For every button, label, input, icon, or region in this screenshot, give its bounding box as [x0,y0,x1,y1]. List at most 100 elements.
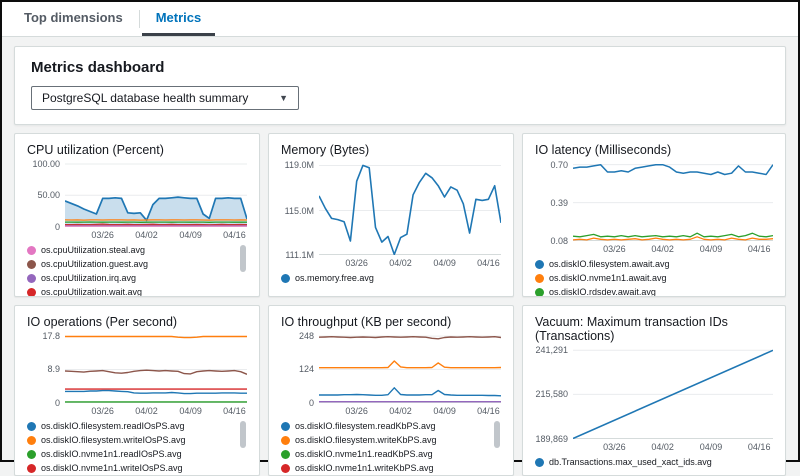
legend-color-dot-icon [281,274,290,283]
chart-plot-area[interactable]: 2481240 03/2604/0204/0904/16 [281,333,501,417]
series-line [65,391,247,394]
legend-color-dot-icon [535,458,544,467]
legend-label: os.cpuUtilization.wait.avg [41,287,142,296]
legend-color-dot-icon [535,260,544,269]
tab-metrics[interactable]: Metrics [142,2,216,36]
series-line [573,233,773,237]
legend-scrollbar[interactable] [240,421,246,448]
y-axis-tick-label: 50.00 [37,190,60,200]
metric-dashboard-select-value: PostgreSQL database health summary [42,91,248,105]
legend-item: os.memory.free.avg [281,271,374,285]
legend-color-dot-icon [27,436,36,445]
x-axis-tick-label: 04/16 [223,406,246,416]
legend-item: os.diskIO.nvme1n1.writeKbPS.avg [281,461,434,475]
legend-label: os.diskIO.rdsdev.await.avg [549,287,656,296]
chart-legend: os.diskIO.filesystem.readKbPS.avg os.disk… [281,419,501,475]
legend-color-dot-icon [281,436,290,445]
legend-label: os.diskIO.nvme1n1.writeIOsPS.avg [41,463,183,473]
x-axis-tick-label: 04/02 [135,230,158,240]
series-line [65,224,247,225]
legend-scrollbar[interactable] [240,245,246,272]
legend-color-dot-icon [27,464,36,473]
x-axis-labels: 03/26 04/02 04/09 04/16 [319,255,501,269]
chart-title: IO throughput (KB per second) [281,315,501,329]
y-axis-tick-label: 189,869 [535,434,568,444]
legend-item: os.cpuUtilization.wait.avg [27,285,142,296]
x-axis-tick-label: 04/09 [700,442,723,452]
chart-svg[interactable] [319,161,501,255]
series-line [65,370,247,374]
x-axis-tick-label: 04/02 [651,442,674,452]
y-axis-tick-label: 115.0M [285,206,314,216]
chart-card-io-latency: IO latency (Milliseconds) 0.700.390.08 0… [522,133,786,297]
legend-label: os.diskIO.filesystem.writeIOsPS.avg [41,435,186,445]
tab-top-dimensions-label: Top dimensions [24,10,123,25]
x-axis-tick-label: 03/26 [345,258,368,268]
x-axis-tick-label: 04/09 [433,258,456,268]
chart-legend: os.diskIO.filesystem.readIOsPS.avgos.dis… [27,419,247,475]
legend-label: os.cpuUtilization.steal.avg [41,245,145,255]
legend-color-dot-icon [281,464,290,473]
chart-plot-area[interactable]: 0.700.390.08 03/2604/0204/0904/16 [535,161,773,255]
legend-item: os.cpuUtilization.guest.avg [27,257,148,271]
series-line [65,337,247,338]
chart-title: Memory (Bytes) [281,143,501,157]
chart-card-cpu-utilization: CPU utilization (Percent) 100.0050.000 0… [14,133,260,297]
chart-plot-area[interactable]: 100.0050.000 03/2604/0204/0904/16 [27,161,247,241]
x-axis-tick-label: 04/16 [748,442,771,452]
chart-plot-area[interactable]: 241,291215,580189,869 03/2604/0204/0904/… [535,347,773,453]
tab-bar: Top dimensions Metrics [2,2,798,37]
metrics-dashboard-panel: Metrics dashboard PostgreSQL database he… [14,46,786,125]
y-axis-labels: 17.88.90 [27,333,65,417]
chart-svg[interactable] [319,333,501,403]
legend-color-dot-icon [281,450,290,459]
chart-card-memory: Memory (Bytes) 119.0M115.0M111.1M 03/260… [268,133,514,297]
series-line [319,388,501,396]
y-axis-tick-label: 215,580 [535,389,568,399]
y-axis-tick-label: 0 [55,222,60,232]
tab-top-dimensions[interactable]: Top dimensions [10,2,137,36]
legend-item: os.diskIO.nvme1n1.writeIOsPS.avg [27,461,183,475]
legend-label: os.diskIO.filesystem.readKbPS.avg [295,421,436,431]
x-axis-tick-label: 04/09 [700,244,723,254]
series-line [573,165,773,175]
legend-color-dot-icon [27,422,36,431]
legend-item: db.Transactions.max_used_xact_ids.avg [535,455,712,469]
dashboard-heading: Metrics dashboard [31,59,769,76]
chart-grid: CPU utilization (Percent) 100.0050.000 0… [14,133,786,476]
chart-svg[interactable] [65,333,247,403]
metric-dashboard-select[interactable]: PostgreSQL database health summary ▼ [31,86,299,110]
series-line [319,361,501,368]
x-axis-labels: 03/2604/0204/0904/16 [319,403,501,417]
y-axis-labels: 2481240 [281,333,319,417]
x-axis-labels: 03/2604/0204/0904/16 [573,241,773,255]
chart-title: Vacuum: Maximum transaction IDs (Transac… [535,315,773,343]
tab-divider [139,10,140,28]
x-axis-tick-label: 04/16 [223,230,246,240]
legend-color-dot-icon [535,274,544,283]
legend-color-dot-icon [27,246,36,255]
legend-label: os.cpuUtilization.irq.avg [41,273,136,283]
chart-plot-area[interactable]: 17.88.90 03/2604/0204/0904/16 [27,333,247,417]
x-axis-tick-label: 04/02 [135,406,158,416]
legend-label: os.cpuUtilization.guest.avg [41,259,148,269]
chart-svg[interactable] [65,161,247,227]
legend-label: os.diskIO.nvme1n1.writeKbPS.avg [295,463,434,473]
x-axis-labels: 03/2604/0204/0904/16 [65,403,247,417]
x-axis-tick-label: 04/16 [477,258,500,268]
x-axis-tick-label: 04/02 [389,258,412,268]
x-axis-labels: 03/2604/0204/0904/16 [65,227,247,241]
legend-scrollbar[interactable] [494,421,500,448]
y-axis-tick-label: 0.70 [550,160,568,170]
legend-color-dot-icon [281,422,290,431]
chart-legend: os.cpuUtilization.steal.avg os.cpuUtiliza… [27,243,247,296]
y-axis-tick-label: 0 [55,398,60,408]
chart-card-io-throughput: IO throughput (KB per second) 2481240 03… [268,305,514,476]
legend-color-dot-icon [27,274,36,283]
chart-legend: os.diskIO.filesystem.await.avgos.diskIO.… [535,257,773,296]
y-axis-labels: 241,291215,580189,869 [535,347,573,453]
chart-plot-area[interactable]: 119.0M115.0M111.1M 03/2604/0204/0904/16 [281,161,501,269]
chart-svg[interactable] [573,161,773,241]
chart-svg[interactable] [573,347,773,439]
chart-title: IO latency (Milliseconds) [535,143,773,157]
